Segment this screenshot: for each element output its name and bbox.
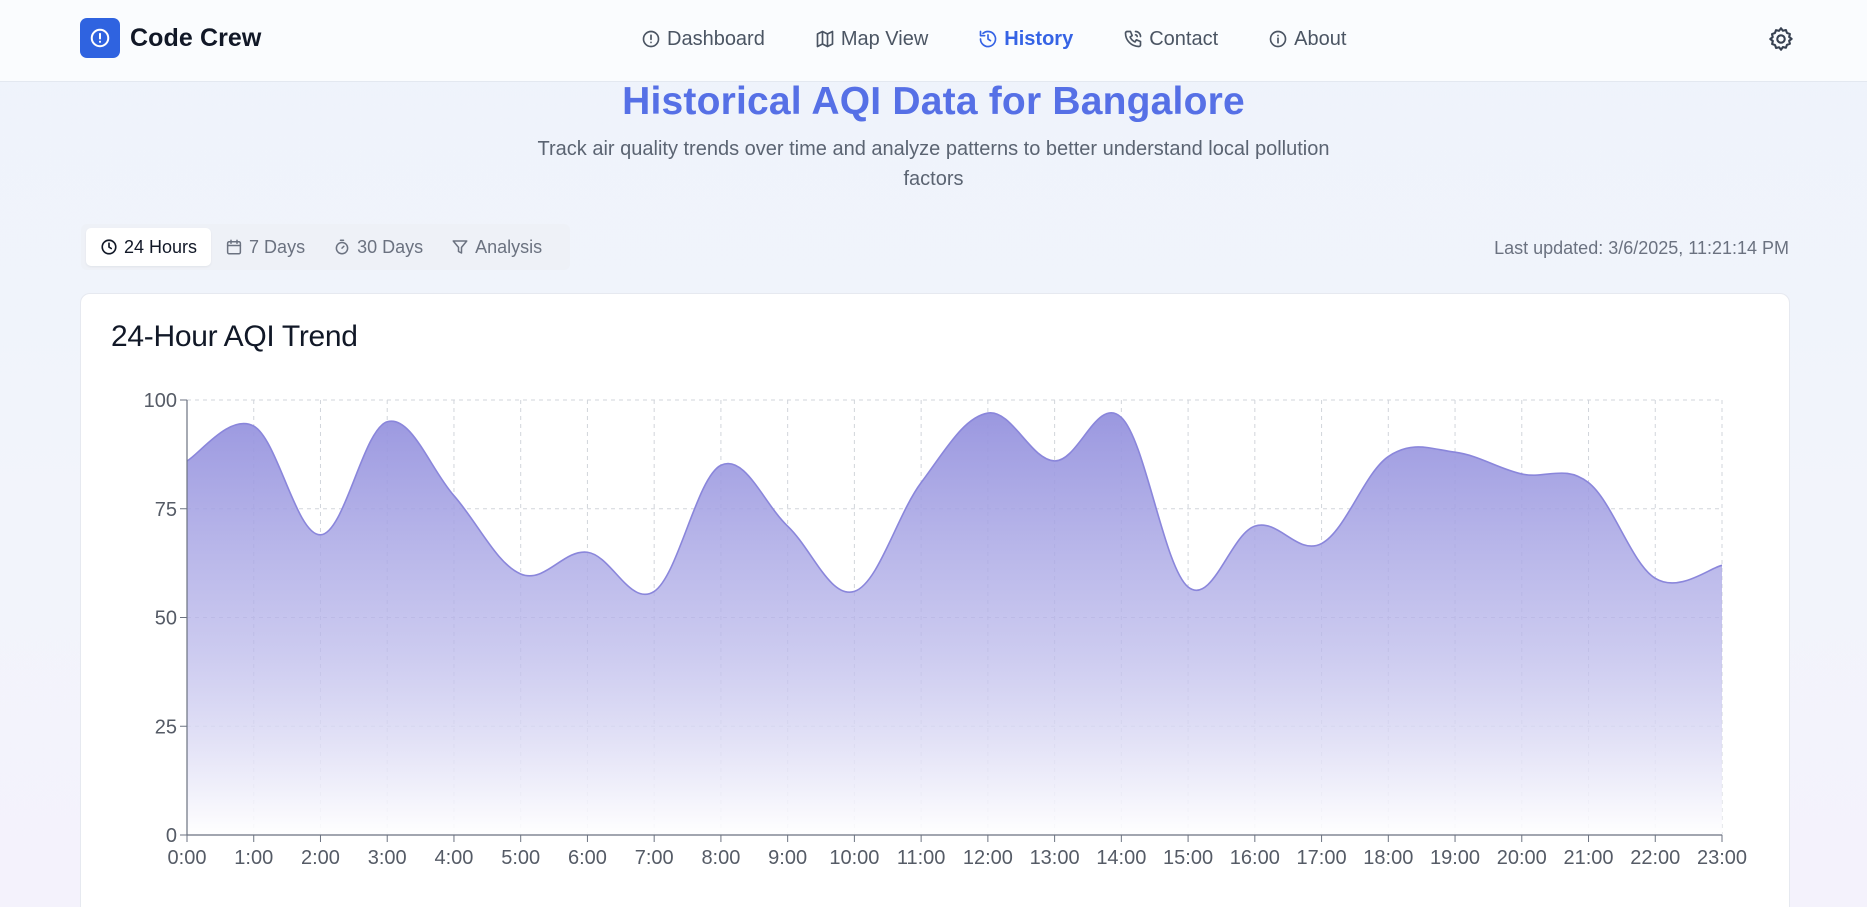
history-icon [979,30,997,48]
aqi-data-point[interactable] [786,524,790,528]
nav-about-label: About [1294,27,1347,50]
aqi-data-point[interactable] [1053,459,1057,463]
tab-analysis[interactable]: Analysis [437,228,556,266]
x-tick-label: 19:00 [1430,847,1480,869]
x-tick-label: 1:00 [234,847,273,869]
nav-history[interactable]: History [978,26,1073,52]
tab-24-hours-label: 24 Hours [124,236,198,257]
x-tick-label: 22:00 [1630,847,1680,869]
aqi-data-point[interactable] [1653,576,1657,580]
alert-circle-logo-icon [80,18,120,58]
tab-30-days[interactable]: 30 Days [319,228,437,266]
x-tick-label: 11:00 [897,847,946,869]
info-icon [1269,30,1287,48]
aqi-data-point[interactable] [1320,542,1324,546]
aqi-data-point[interactable] [652,589,656,593]
top-navbar: Code Crew Dashboard Map View History Con… [0,0,1867,82]
tab-24-hours[interactable]: 24 Hours [86,228,212,266]
x-tick-label: 13:00 [1030,847,1080,869]
y-tick-label: 100 [144,390,177,412]
aqi-data-point[interactable] [852,589,856,593]
nav-map-view[interactable]: Map View [815,26,928,52]
x-tick-label: 20:00 [1497,847,1547,869]
gear-icon [1769,27,1793,51]
aqi-trend-card: 24-Hour AQI Trend 0 25 50 75 100 0:00 1:00 2:00… [80,293,1790,907]
y-tick-label: 0 [166,825,177,847]
map-icon [816,30,834,48]
y-tick-label: 75 [155,499,177,521]
tab-30-days-label: 30 Days [357,236,424,257]
time-range-tabs: 24 Hours 7 Days 30 Days Analysis [81,224,570,270]
x-tick-label: 3:00 [368,847,407,869]
tab-7-days-label: 7 Days [249,236,306,257]
aqi-data-point[interactable] [1186,585,1190,589]
last-updated-text: Last updated: 3/6/2025, 11:21:14 PM [1494,238,1789,258]
x-tick-label: 5:00 [501,847,540,869]
aqi-data-point[interactable] [986,411,990,415]
aqi-area-fill [187,412,1722,835]
y-tick-label: 25 [155,716,177,738]
aqi-data-point[interactable] [719,463,723,467]
aqi-data-point[interactable] [318,533,322,537]
filter-icon [452,240,468,254]
x-tick-label: 21:00 [1563,847,1613,869]
main-nav: Dashboard Map View History Contact About [641,26,1396,52]
aqi-data-point[interactable] [1386,455,1390,459]
x-tick-label: 16:00 [1230,847,1280,869]
aqi-data-point[interactable] [1453,450,1457,454]
x-tick-label: 8:00 [701,847,740,869]
clock-icon [101,239,117,255]
x-tick-label: 12:00 [963,847,1013,869]
timer-icon [335,239,349,255]
nav-dashboard-label: Dashboard [667,27,765,50]
brand[interactable]: Code Crew [80,18,261,58]
aqi-data-point[interactable] [519,572,523,576]
aqi-data-point[interactable] [1720,563,1724,567]
page-subtitle: Track air quality trends over time and a… [537,138,1330,190]
tab-7-days[interactable]: 7 Days [211,228,319,266]
nav-history-label: History [1004,27,1074,50]
x-tick-label: 17:00 [1297,847,1347,869]
nav-contact[interactable]: Contact [1123,26,1218,52]
aqi-data-point[interactable] [585,550,589,554]
x-tick-label: 10:00 [829,847,879,869]
nav-contact-label: Contact [1149,27,1219,50]
aqi-data-point[interactable] [385,420,389,424]
calendar-icon [226,239,242,255]
nav-about[interactable]: About [1268,26,1346,52]
aqi-data-point[interactable] [1587,481,1591,485]
x-tick-label: 18:00 [1363,847,1413,869]
x-tick-label: 6:00 [568,847,607,869]
x-tick-label: 15:00 [1163,847,1213,869]
nav-dashboard[interactable]: Dashboard [641,26,765,52]
phone-icon [1124,30,1142,48]
y-tick-label: 50 [155,608,177,630]
aqi-data-point[interactable] [1520,472,1524,476]
alert-circle-icon [642,30,660,48]
nav-map-view-label: Map View [840,27,929,50]
aqi-data-point[interactable] [452,494,456,498]
aqi-data-point[interactable] [1119,415,1123,419]
page-title: Historical AQI Data for Bangalore [622,80,1245,123]
aqi-area-chart: 0 25 50 75 100 0:00 1:00 2:00 3:00 4:00 5:00 6:00 7:… [144,390,1747,869]
tab-analysis-label: Analysis [475,236,543,257]
aqi-data-point[interactable] [1253,524,1257,528]
settings-button[interactable] [1767,25,1795,53]
aqi-data-point[interactable] [252,424,256,428]
x-tick-label: 2:00 [301,847,340,869]
x-tick-label: 9:00 [768,847,807,869]
x-tick-label: 0:00 [168,847,207,869]
x-tick-label: 23:00 [1697,847,1747,869]
brand-name: Code Crew [130,23,262,52]
x-tick-label: 14:00 [1096,847,1146,869]
x-tick-label: 4:00 [434,847,473,869]
x-tick-label: 7:00 [635,847,674,869]
aqi-data-point[interactable] [919,481,923,485]
